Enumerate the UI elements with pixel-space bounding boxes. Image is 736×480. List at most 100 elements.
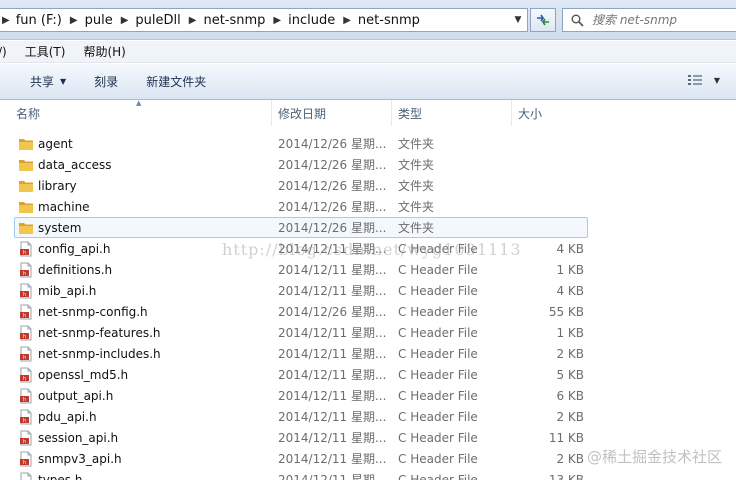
breadcrumb-label: include [288, 12, 336, 28]
file-type: 文件夹 [398, 200, 435, 214]
breadcrumb-label: fun (F:) [15, 12, 62, 28]
header-file-icon: h [18, 283, 34, 299]
file-row[interactable]: system 2014/12/26 星期... 文件夹 [0, 217, 736, 238]
view-details-icon [687, 75, 702, 85]
file-type: C Header File [398, 430, 478, 445]
menu-item-tools[interactable]: 工具(T) [25, 43, 66, 60]
address-bar[interactable]: ▶ fun (F:) ▶ pule ▶ puleDll ▶ net-snmp ▶ include… [0, 8, 528, 32]
file-name: net-snmp-features.h [38, 325, 161, 340]
svg-text:h: h [23, 418, 26, 424]
file-row[interactable]: library 2014/12/26 星期... 文件夹 [0, 175, 736, 196]
file-date: 2014/12/11 星期... [278, 452, 387, 466]
file-date: 2014/12/11 星期... [278, 263, 387, 277]
chevron-down-icon: ▼ [713, 75, 720, 85]
file-size: 2 KB [556, 409, 584, 424]
header-file-icon: h [18, 241, 34, 257]
header-file-icon: h [18, 346, 34, 362]
file-row[interactable]: h mib_api.h 2014/12/11 星期... C Header File 4… [0, 280, 736, 301]
file-date: 2014/12/26 星期... [278, 221, 387, 235]
breadcrumb-item[interactable]: puleDll ▶ [135, 9, 203, 31]
column-header-type-label: 类型 [398, 106, 423, 121]
svg-text:h: h [23, 376, 26, 382]
file-row[interactable]: h output_api.h 2014/12/11 星期... C Header Fi… [0, 385, 736, 406]
breadcrumb: fun (F:) ▶ pule ▶ puleDll ▶ net-snmp ▶ include ▶ n… [16, 9, 420, 31]
file-date: 2014/12/26 星期... [278, 200, 387, 214]
file-type: C Header File [398, 304, 478, 319]
column-header-date[interactable]: 修改日期 [272, 100, 392, 126]
file-name: snmpv3_api.h [38, 451, 122, 466]
new-folder-button[interactable]: 新建文件夹 [132, 64, 220, 99]
file-name: machine [38, 199, 90, 214]
file-row[interactable]: h definitions.h 2014/12/11 星期... C Header F… [0, 259, 736, 280]
column-header-size[interactable]: 大小 [512, 100, 592, 126]
header-file-icon: h [18, 409, 34, 425]
file-date: 2014/12/11 星期... [278, 410, 387, 424]
file-name: output_api.h [38, 388, 114, 403]
file-row[interactable]: h net-snmp-features.h 2014/12/11 星期... C He… [0, 322, 736, 343]
breadcrumb-separator-icon[interactable]: ▶ [0, 15, 16, 26]
file-list: agent 2014/12/26 星期... 文件夹 data_access 2014/… [0, 133, 736, 480]
column-header-name[interactable]: ▲ 名称 [0, 99, 272, 126]
file-type: C Header File [398, 241, 478, 256]
column-header-type[interactable]: 类型 [392, 100, 512, 126]
file-row[interactable]: machine 2014/12/26 星期... 文件夹 [0, 196, 736, 217]
file-row[interactable]: h session_api.h 2014/12/11 星期... C Header F… [0, 427, 736, 448]
menu-item-help[interactable]: 帮助(H) [83, 43, 125, 60]
breadcrumb-item[interactable]: net-snmp [358, 9, 420, 31]
file-date: 2014/12/11 星期... [278, 347, 387, 361]
svg-text:h: h [23, 313, 26, 319]
breadcrumb-separator-icon[interactable]: ▶ [181, 15, 204, 26]
search-box[interactable] [562, 8, 736, 32]
breadcrumb-separator-icon[interactable]: ▶ [62, 15, 85, 26]
file-type: C Header File [398, 409, 478, 424]
refresh-button[interactable] [530, 8, 556, 32]
file-type: C Header File [398, 325, 478, 340]
file-row[interactable]: h config_api.h 2014/12/11 星期... C Header Fi… [0, 238, 736, 259]
breadcrumb-item[interactable]: pule ▶ [85, 9, 136, 31]
address-dropdown-icon[interactable]: ▼ [509, 9, 527, 31]
new-folder-label: 新建文件夹 [146, 75, 207, 89]
view-options-button[interactable]: ▼ [687, 74, 720, 86]
file-name: library [38, 178, 77, 193]
column-header-row: ▲ 名称 修改日期 类型 大小 [0, 99, 736, 126]
folder-icon [18, 220, 34, 236]
file-type: 文件夹 [398, 158, 435, 172]
file-size: 4 KB [556, 241, 584, 256]
file-row[interactable]: agent 2014/12/26 星期... 文件夹 [0, 133, 736, 154]
breadcrumb-separator-icon[interactable]: ▶ [265, 15, 288, 26]
search-input[interactable] [592, 13, 722, 27]
burn-label: 刻录 [94, 75, 119, 89]
file-type: C Header File [398, 262, 478, 277]
file-size: 13 KB [548, 472, 584, 480]
breadcrumb-item[interactable]: fun (F:) ▶ [16, 9, 85, 31]
file-row[interactable]: h net-snmp-includes.h 2014/12/11 星期... C He… [0, 343, 736, 364]
svg-text:h: h [23, 250, 26, 256]
svg-text:h: h [23, 397, 26, 403]
file-size: 55 KB [548, 304, 584, 319]
breadcrumb-separator-icon[interactable]: ▶ [335, 15, 358, 26]
header-file-icon: h [18, 388, 34, 404]
file-row[interactable]: h types.h 2014/12/11 星期... C Header File 13 … [0, 469, 736, 480]
file-type: C Header File [398, 388, 478, 403]
share-button[interactable]: 共享 ▼ [0, 64, 80, 99]
burn-button[interactable]: 刻录 [80, 64, 132, 99]
file-row[interactable]: h net-snmp-config.h 2014/12/26 星期... C Head… [0, 301, 736, 322]
file-row[interactable]: h pdu_api.h 2014/12/11 星期... C Header File 2… [0, 406, 736, 427]
file-size: 1 KB [556, 262, 584, 277]
file-date: 2014/12/11 星期... [278, 473, 387, 480]
file-row[interactable]: h openssl_md5.h 2014/12/11 星期... C Header F… [0, 364, 736, 385]
file-name: config_api.h [38, 241, 111, 256]
file-name: session_api.h [38, 430, 119, 445]
breadcrumb-item[interactable]: include ▶ [288, 9, 358, 31]
breadcrumb-item[interactable]: net-snmp ▶ [203, 9, 288, 31]
file-name: openssl_md5.h [38, 367, 129, 382]
file-row[interactable]: h snmpv3_api.h 2014/12/11 星期... C Header Fi… [0, 448, 736, 469]
folder-icon [18, 136, 34, 152]
breadcrumb-separator-icon[interactable]: ▶ [113, 15, 136, 26]
file-name: mib_api.h [38, 283, 97, 298]
file-date: 2014/12/26 星期... [278, 158, 387, 172]
header-file-icon: h [18, 262, 34, 278]
file-row[interactable]: data_access 2014/12/26 星期... 文件夹 [0, 154, 736, 175]
menu-item-view[interactable]: /) [0, 45, 7, 59]
file-size: 11 KB [548, 430, 584, 445]
